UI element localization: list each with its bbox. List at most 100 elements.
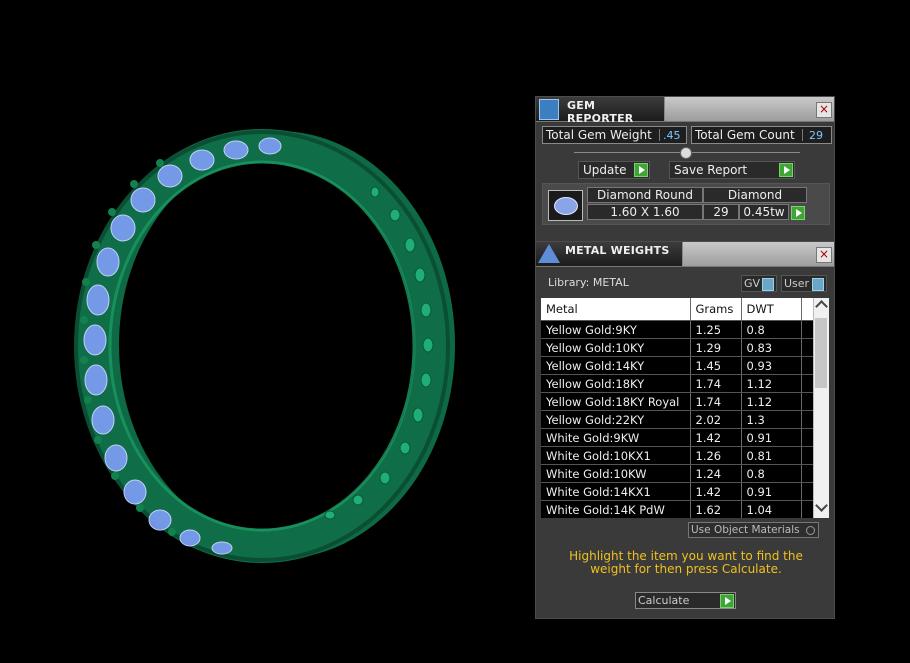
gem-shape: Diamond Round — [597, 188, 693, 202]
dwt-cell: 0.8 — [740, 464, 801, 483]
toggle-icon — [812, 278, 824, 291]
3d-viewport[interactable] — [0, 0, 530, 660]
gem-count: 29 — [713, 205, 729, 219]
update-label: Update — [583, 163, 627, 177]
close-icon[interactable]: × — [816, 102, 832, 118]
dwt-cell: 0.93 — [740, 356, 801, 375]
total-gem-weight-label: Total Gem Weight — [546, 128, 652, 142]
dwt-cell: 0.81 — [740, 446, 801, 465]
toggle-icon — [762, 278, 774, 291]
grams-cell: 1.42 — [689, 428, 741, 447]
grams-cell: 1.74 — [689, 392, 741, 411]
metal-name-cell: White Gold:10KW — [541, 464, 690, 483]
use-object-materials-label: Use Object Materials — [691, 524, 800, 536]
metal-name-cell: Yellow Gold:9KY — [541, 320, 690, 339]
save-report-button[interactable]: Save Report — [669, 161, 795, 179]
gem-reporter-panel: GEM REPORTER × Total Gem Weight .45 Tota… — [535, 96, 835, 242]
gem-size: 1.60 X 1.60 — [610, 205, 680, 219]
metal-name-cell: White Gold:14KX1 — [541, 482, 690, 501]
close-icon[interactable]: × — [816, 247, 832, 263]
flask-icon — [538, 244, 560, 263]
table-row[interactable]: Yellow Gold:14KY 1.45 0.93 — [541, 356, 815, 375]
scroll-down-icon[interactable] — [815, 499, 828, 512]
scroll-up-icon[interactable] — [815, 300, 828, 313]
grams-cell: 1.74 — [689, 374, 741, 393]
metal-weights-titlebar[interactable]: METAL WEIGHTS × — [536, 242, 834, 267]
grams-cell: 1.24 — [689, 464, 741, 483]
play-icon — [634, 163, 648, 177]
dwt-cell: 0.83 — [740, 338, 801, 357]
total-gem-weight-value: .45 — [659, 129, 689, 142]
gem-reporter-titlebar[interactable]: GEM REPORTER × — [536, 97, 834, 125]
update-button[interactable]: Update — [578, 161, 650, 179]
total-gem-count-field: Total Gem Count 29 — [691, 126, 832, 144]
dwt-cell: 0.91 — [740, 428, 801, 447]
table-row[interactable]: Yellow Gold:10KY 1.29 0.83 — [541, 338, 815, 357]
metal-name-cell: Yellow Gold:18KY Royal — [541, 392, 690, 411]
table-row[interactable]: Yellow Gold:18KY Royal 1.74 1.12 — [541, 392, 815, 411]
user-label: User — [784, 277, 810, 290]
gv-toggle[interactable]: GV — [741, 275, 777, 292]
gem-reporter-icon — [539, 99, 559, 120]
grams-cell: 2.02 — [689, 410, 741, 429]
ring-model — [74, 129, 455, 563]
metal-name-cell: White Gold:14K PdW — [541, 500, 690, 518]
hint-text: Highlight the item you want to find the … — [569, 549, 803, 576]
table-row[interactable]: White Gold:14KX1 1.42 0.91 — [541, 482, 815, 501]
table-row[interactable]: White Gold:14K PdW 1.62 1.04 — [541, 500, 815, 518]
gem-thumbnail-icon — [548, 190, 583, 221]
grams-cell: 1.26 — [689, 446, 741, 465]
column-header[interactable]: Grams — [689, 298, 741, 321]
table-row[interactable]: White Gold:10KW 1.24 0.8 — [541, 464, 815, 483]
total-gem-count-label: Total Gem Count — [695, 128, 795, 142]
calculate-label: Calculate — [638, 594, 690, 607]
gem-reporter-title: GEM REPORTER — [567, 99, 634, 125]
dwt-cell: 0.8 — [740, 320, 801, 339]
column-header[interactable]: DWT — [740, 298, 801, 321]
metal-name-cell: White Gold:10KX1 — [541, 446, 690, 465]
dwt-cell: 1.12 — [740, 392, 801, 411]
table-row[interactable]: White Gold:10KX1 1.26 0.81 — [541, 446, 815, 465]
gem-type: Diamond — [727, 188, 783, 202]
metal-table: Metal Grams DWT Yellow Gold:9KY 1.25 0.8 Ye… — [541, 298, 815, 518]
dwt-cell: 1.12 — [740, 374, 801, 393]
slider-handle[interactable] — [680, 147, 692, 159]
dwt-cell: 1.04 — [740, 500, 801, 518]
grams-cell: 1.29 — [689, 338, 741, 357]
gem-weight: 0.45tw — [743, 205, 785, 219]
dwt-cell: 1.3 — [740, 410, 801, 429]
total-gem-count-value: 29 — [802, 129, 835, 142]
table-row[interactable]: Yellow Gold:18KY 1.74 1.12 — [541, 374, 815, 393]
metal-name-cell: White Gold:9KW — [541, 428, 690, 447]
metal-name-cell: Yellow Gold:18KY — [541, 374, 690, 393]
column-header[interactable]: Metal — [541, 298, 690, 321]
dwt-cell: 0.91 — [740, 482, 801, 501]
radio-icon — [806, 526, 815, 535]
user-toggle[interactable]: User — [781, 275, 827, 292]
scroll-thumb[interactable] — [815, 318, 827, 388]
gem-row[interactable]: Diamond Round Diamond 1.60 X 1.60 29 0.4… — [542, 183, 830, 225]
library-label: Library: METAL — [548, 276, 629, 289]
grams-cell: 1.25 — [689, 320, 741, 339]
metal-name-cell: Yellow Gold:14KY — [541, 356, 690, 375]
calculate-button[interactable]: Calculate — [635, 592, 736, 609]
table-row[interactable]: White Gold:9KW 1.42 0.91 — [541, 428, 815, 447]
metal-weights-title: METAL WEIGHTS — [565, 244, 670, 257]
panel-slider[interactable] — [574, 147, 800, 159]
table-scrollbar[interactable] — [813, 298, 829, 518]
grams-cell: 1.62 — [689, 500, 741, 518]
play-icon — [720, 594, 734, 608]
gv-label: GV — [744, 277, 761, 290]
play-icon — [779, 163, 793, 177]
table-row[interactable]: Yellow Gold:9KY 1.25 0.8 — [541, 320, 815, 339]
table-row[interactable]: Yellow Gold:22KY 2.02 1.3 — [541, 410, 815, 429]
save-report-label: Save Report — [674, 163, 748, 177]
grams-cell: 1.42 — [689, 482, 741, 501]
metal-name-cell: Yellow Gold:10KY — [541, 338, 690, 357]
table-header: Metal Grams DWT — [541, 298, 815, 321]
use-object-materials-toggle[interactable]: Use Object Materials — [688, 522, 819, 538]
total-gem-weight-field: Total Gem Weight .45 — [542, 126, 687, 144]
grams-cell: 1.45 — [689, 356, 741, 375]
metal-weights-panel: METAL WEIGHTS × Library: METAL GV User M… — [535, 241, 835, 619]
gem-play-icon[interactable] — [791, 206, 805, 220]
